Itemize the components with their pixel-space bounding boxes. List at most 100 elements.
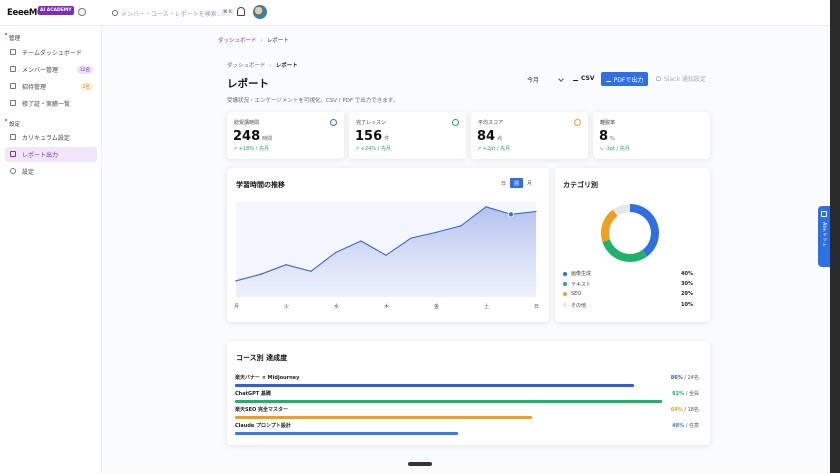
- history-icon[interactable]: [78, 8, 86, 16]
- kpi-card-total-hours: 総受講時間 248 時間 ↗ +18% / 先月: [227, 112, 344, 159]
- course-count: / 任意: [684, 423, 699, 429]
- course-row[interactable]: 楽天バナー × Midjourney 86% / 24名: [235, 374, 699, 388]
- search-icon: [112, 10, 118, 16]
- trend-point: [385, 254, 387, 256]
- kpi-label: 平均スコア: [478, 120, 504, 126]
- legend-label: テキスト: [571, 281, 591, 288]
- trend-point: [485, 206, 487, 208]
- course-count: / 18名: [682, 407, 699, 413]
- course-progress-bar: [235, 400, 662, 403]
- sidebar-item-label: 招待管理: [22, 84, 47, 91]
- section-title: コース別 達成度: [236, 354, 288, 362]
- ai-chat-tab[interactable]: AIチャット: [818, 206, 830, 267]
- trend-point: [460, 225, 462, 227]
- search-shortcut-kbd: ⌘ K: [221, 9, 234, 16]
- sidebar-section-settings: 設定: [4, 119, 21, 128]
- course-count: / 全員: [684, 391, 699, 397]
- page-title: レポート: [227, 78, 269, 90]
- x-tick-label: 木: [384, 304, 390, 310]
- sidebar-item-members[interactable]: メンバー管理 12名: [5, 62, 97, 77]
- sidebar-item-team-dashboard[interactable]: チームダッシュボード: [5, 45, 97, 60]
- legend-value: 40%: [681, 270, 693, 277]
- kpi-card-average-score: 平均スコア 84 点 ↗ +2pt / 先月: [471, 112, 588, 159]
- x-tick-label: 金: [434, 304, 440, 310]
- course-percent: 86%: [670, 375, 683, 381]
- kpi-label: 離脱率: [600, 120, 616, 126]
- breadcrumb-home-link[interactable]: ダッシュボード: [227, 63, 266, 69]
- report-icon: [10, 151, 16, 157]
- window-scrollbar[interactable]: [830, 0, 840, 473]
- page-subtitle: 受講状況・エンゲージメントを可視化。CSV / PDF で出力できます。: [227, 98, 399, 104]
- sidebar-item-invites[interactable]: 招待管理 2名: [5, 79, 97, 94]
- trend-highlight-point[interactable]: [508, 211, 514, 218]
- sidebar-item-settings[interactable]: 設定: [5, 164, 97, 179]
- kpi-card-dropout-rate: 離脱率 8% ↘ -3pt / 先月: [593, 112, 710, 159]
- course-name: 楽天バナー × Midjourney: [235, 375, 300, 381]
- scroll-indicator[interactable]: [408, 462, 432, 466]
- kpi-unit: 件: [384, 136, 390, 142]
- course-name: ChatGPT 基礎: [235, 391, 271, 397]
- breadcrumb-top: ダッシュボード › レポート: [218, 36, 289, 44]
- donut-slice[interactable]: [612, 204, 631, 217]
- users-icon: [10, 66, 16, 72]
- breadcrumb-current: レポート: [266, 38, 289, 44]
- course-progress-bar: [235, 416, 532, 419]
- donut-slice[interactable]: [602, 239, 648, 262]
- pdf-button-label: PDFで出力: [613, 76, 644, 84]
- donut-slice[interactable]: [601, 209, 618, 242]
- course-name: 楽天SEO 完全マスター: [235, 407, 289, 413]
- csv-button-label: CSV: [581, 75, 595, 82]
- sidebar: 管理 チームダッシュボード メンバー管理 12名 招待管理 2名 修了証・実績一…: [0, 26, 102, 473]
- trend-point: [435, 231, 437, 233]
- breadcrumb-home-link[interactable]: ダッシュボード: [218, 38, 257, 44]
- course-percent: 92%: [672, 391, 685, 397]
- donut-slice[interactable]: [629, 204, 659, 257]
- bell-icon[interactable]: [237, 7, 245, 16]
- download-icon: [605, 77, 611, 82]
- avatar[interactable]: [253, 5, 267, 19]
- course-stat: 48% / 任意: [672, 422, 699, 429]
- csv-button[interactable]: CSV: [569, 72, 598, 85]
- course-row[interactable]: Claude プロンプト設計 48% / 任意: [235, 422, 699, 436]
- trend-point: [410, 237, 412, 239]
- top-bar: EeeeMO AI ACADEMY メンバー・コース・レポートを検索… ⌘ K: [0, 0, 830, 26]
- breadcrumb-sep: ›: [269, 63, 272, 69]
- kpi-unit: %: [610, 136, 615, 142]
- course-progress-bar: [235, 384, 634, 387]
- course-progress-bar: [235, 432, 458, 435]
- x-tick-label: 土: [484, 304, 490, 310]
- trend-point: [535, 210, 537, 213]
- search-input[interactable]: メンバー・コース・レポートを検索…: [121, 9, 223, 18]
- trend-point: [310, 270, 312, 272]
- brand-badge: AI ACADEMY: [38, 6, 74, 15]
- slack-button-label: Slack 通知設定: [664, 76, 706, 83]
- course-row[interactable]: 楽天SEO 完全マスター 64% / 18名: [235, 406, 699, 420]
- ai-chat-label: AIチャット: [821, 222, 827, 247]
- kpi-delta: ↗ +18% / 先月: [233, 146, 269, 152]
- legend-swatch: [563, 303, 567, 307]
- slack-notify-button[interactable]: Slack 通知設定: [656, 72, 706, 85]
- sidebar-item-report[interactable]: レポート出力: [5, 147, 97, 162]
- legend-item: テキスト 30%: [563, 281, 693, 288]
- course-stat: 86% / 24名: [671, 374, 699, 381]
- pdf-export-button[interactable]: PDFで出力: [601, 72, 648, 86]
- invite-icon: [10, 83, 16, 89]
- sidebar-item-certificates[interactable]: 修了証・実績一覧: [5, 96, 97, 111]
- sidebar-item-label: チームダッシュボード: [22, 50, 82, 57]
- course-row[interactable]: ChatGPT 基礎 92% / 全員: [235, 390, 699, 404]
- members-count-badge: 12名: [76, 66, 93, 74]
- legend-label: SEO: [571, 291, 582, 297]
- legend-item: その他 10%: [563, 302, 693, 309]
- learning-time-trend-card: 学習時間の推移 日 週 月 月火水木金土日: [227, 168, 549, 322]
- sidebar-item-label: メンバー管理: [22, 67, 59, 74]
- dashboard-icon: [10, 49, 16, 55]
- legend-label: その他: [571, 302, 587, 309]
- sidebar-item-label: 修了証・実績一覧: [22, 101, 71, 108]
- period-select[interactable]: 今月: [527, 74, 564, 85]
- sidebar-item-curriculum[interactable]: カリキュラム設定: [5, 130, 97, 145]
- kpi-value-number: 248: [233, 129, 261, 144]
- legend-swatch: [563, 282, 567, 286]
- kpi-delta: ↘ -3pt / 先月: [599, 146, 630, 152]
- trend-point: [335, 251, 337, 253]
- certificate-icon: [10, 100, 16, 106]
